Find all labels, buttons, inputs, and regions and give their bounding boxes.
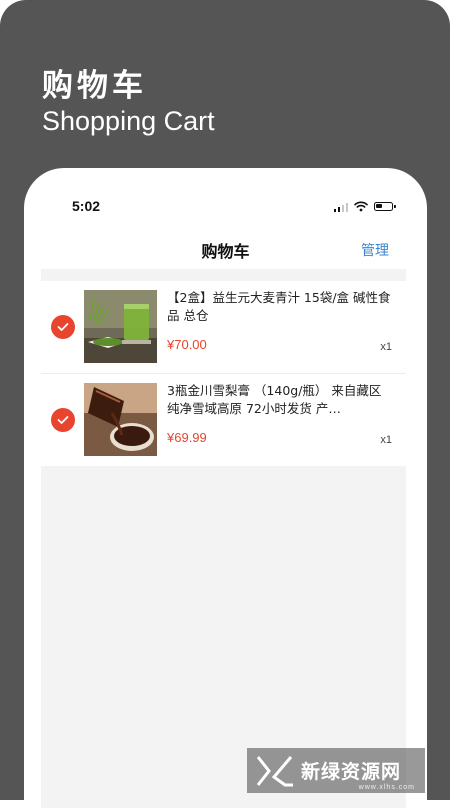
checkbox-checked-icon[interactable] — [51, 408, 75, 432]
banner-title: 购物车 — [42, 68, 147, 104]
product-image-barley-juice[interactable] — [84, 290, 157, 363]
watermark-url: www.xlhs.com — [358, 784, 415, 791]
status-icons — [333, 201, 396, 212]
product-price: ¥70.00 — [167, 337, 207, 352]
cart-item[interactable]: 3瓶金川雪梨膏 （140g/瓶） 来自藏区纯净雪域高原 72小时发货 产… ¥6… — [41, 374, 406, 466]
product-image-pear-syrup[interactable] — [84, 383, 157, 456]
wifi-icon — [354, 201, 368, 212]
battery-icon — [374, 202, 396, 211]
phone-screen: 5:02 购物车 管理 【2盒】益生元大麦青汁 15袋/盒 碱性食品 总仓 ¥7… — [24, 168, 427, 808]
cart-item[interactable]: 【2盒】益生元大麦青汁 15袋/盒 碱性食品 总仓 ¥70.00 x1 — [41, 281, 406, 374]
checkbox-checked-icon[interactable] — [51, 315, 75, 339]
status-time: 5:02 — [72, 198, 101, 214]
product-title[interactable]: 【2盒】益生元大麦青汁 15袋/盒 碱性食品 总仓 — [167, 289, 393, 325]
cart-content: 【2盒】益生元大麦青汁 15袋/盒 碱性食品 总仓 ¥70.00 x1 3瓶金川… — [41, 269, 406, 808]
product-price: ¥69.99 — [167, 430, 207, 445]
watermark-text: 新绿资源网 — [301, 761, 402, 783]
banner-subtitle: Shopping Cart — [42, 106, 215, 136]
watermark-logo-icon — [256, 755, 293, 786]
signal-icon — [333, 202, 348, 212]
cart-list: 【2盒】益生元大麦青汁 15袋/盒 碱性食品 总仓 ¥70.00 x1 3瓶金川… — [41, 281, 406, 466]
watermark: 新绿资源网 www.xlhs.com — [247, 748, 425, 793]
product-quantity: x1 — [380, 341, 392, 353]
manage-button[interactable]: 管理 — [361, 240, 389, 260]
product-quantity: x1 — [380, 434, 392, 446]
product-title[interactable]: 3瓶金川雪梨膏 （140g/瓶） 来自藏区纯净雪域高原 72小时发货 产… — [167, 382, 393, 418]
